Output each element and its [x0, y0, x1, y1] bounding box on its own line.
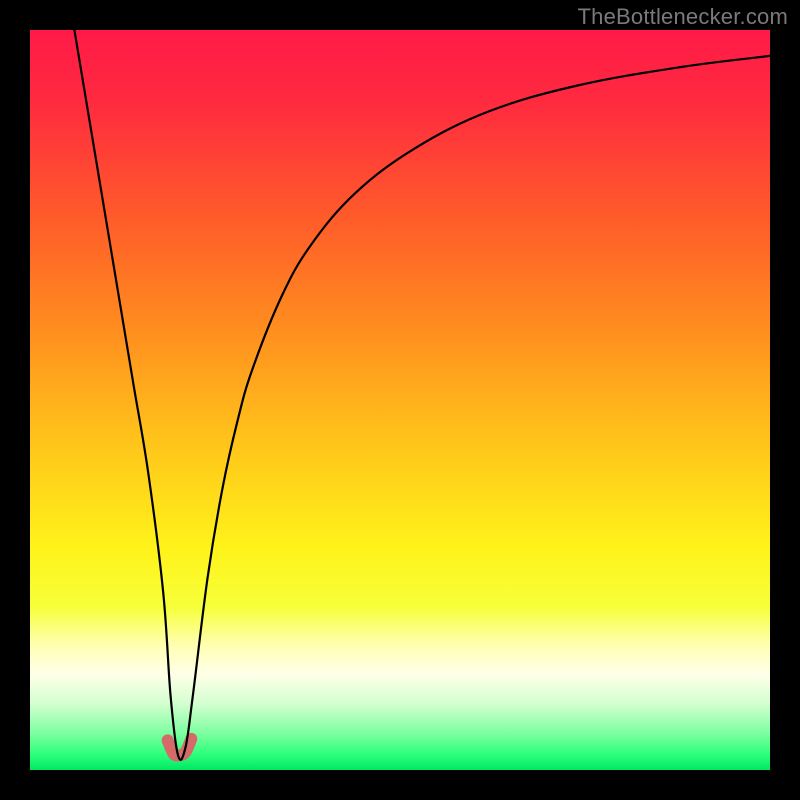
gradient-background: [30, 30, 770, 770]
plot-area: [30, 30, 770, 770]
chart-frame: TheBottlenecker.com: [0, 0, 800, 800]
plot-svg: [30, 30, 770, 770]
watermark-text: TheBottlenecker.com: [578, 4, 788, 30]
